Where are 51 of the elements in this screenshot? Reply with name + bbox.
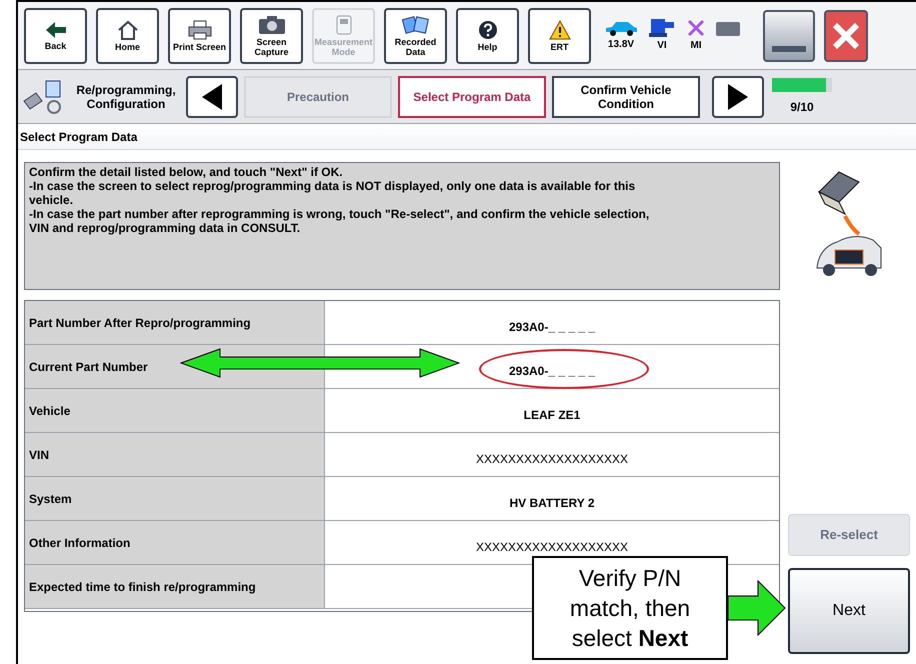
right-triangle-icon	[728, 84, 748, 110]
instruction-text: -In case the part number after reprogramming is wrong, touch "Re-select", and confirm the vehicle selection, VIN and reprog/programming data in CONSULT.	[29, 207, 650, 235]
meter-icon	[336, 14, 352, 34]
toolbar-button[interactable]: Recorded Data	[384, 8, 447, 64]
camera-icon	[258, 14, 286, 34]
next-button[interactable]: Next	[788, 568, 910, 654]
row-label: Expected time to finish re/programming	[25, 565, 325, 608]
window-button[interactable]	[763, 10, 815, 62]
instruction-text: -In case the screen to select reprog/programming data is NOT displayed, only one data is available for this vehicle.	[29, 179, 636, 207]
status-label: 13.8V	[608, 38, 634, 52]
row-value: 293A0-_ _ _ _ _	[508, 318, 596, 336]
row-value: HV BATTERY 2	[509, 494, 595, 512]
row-value: XXXXXXXXXXXXXXXXXXX	[476, 538, 628, 556]
warning-icon	[548, 20, 570, 40]
toolbar-button[interactable]: ERT	[528, 8, 591, 64]
next-step-button[interactable]	[712, 76, 764, 118]
row-label: System	[25, 477, 325, 520]
row-value: XXXXXXXXXXXXXXXXXXX	[476, 450, 628, 468]
row-label: Part Number After Repro/programming	[25, 301, 325, 344]
printer-icon	[186, 20, 212, 40]
row-label: Other Information	[25, 521, 325, 564]
row-label: Vehicle	[25, 389, 325, 432]
battery-icon	[716, 22, 740, 36]
home-icon	[116, 20, 138, 40]
instruction-text: Confirm the detail listed below, and touch "Next" if OK.	[29, 165, 344, 179]
previous-step-button[interactable]	[186, 76, 238, 118]
row-value: LEAF ZE1	[524, 406, 580, 424]
progress-text: 9/10	[790, 98, 814, 116]
callout-text: Verify P/N match, then select Next	[568, 564, 692, 653]
cross-icon	[686, 18, 706, 38]
toolbar-button[interactable]: Print Screen	[168, 8, 231, 64]
toolbar-button[interactable]: Home	[96, 8, 159, 64]
row-label: VIN	[25, 433, 325, 476]
car-icon	[604, 19, 638, 37]
page-title: Select Program Data	[20, 128, 138, 146]
back-arrow-icon	[44, 20, 66, 38]
step-tab: Precaution	[244, 76, 392, 118]
toolbar-button[interactable]: Screen Capture	[240, 8, 303, 64]
status-label: VI	[657, 39, 667, 53]
close-icon	[831, 20, 861, 50]
toolbar-button[interactable]: Help	[456, 8, 519, 64]
interface-device-icon	[648, 18, 676, 38]
folders-icon	[402, 14, 430, 34]
close-button[interactable]	[824, 10, 868, 62]
left-triangle-icon	[202, 84, 222, 110]
section-title: Re/programming, Configuration	[75, 82, 177, 110]
status-label: MI	[690, 39, 702, 53]
minimize-icon	[772, 46, 806, 52]
row-value: 293A0-_ _ _ _ _	[508, 362, 596, 380]
toolbar-button[interactable]: Back	[24, 8, 87, 64]
help-icon	[478, 20, 498, 40]
